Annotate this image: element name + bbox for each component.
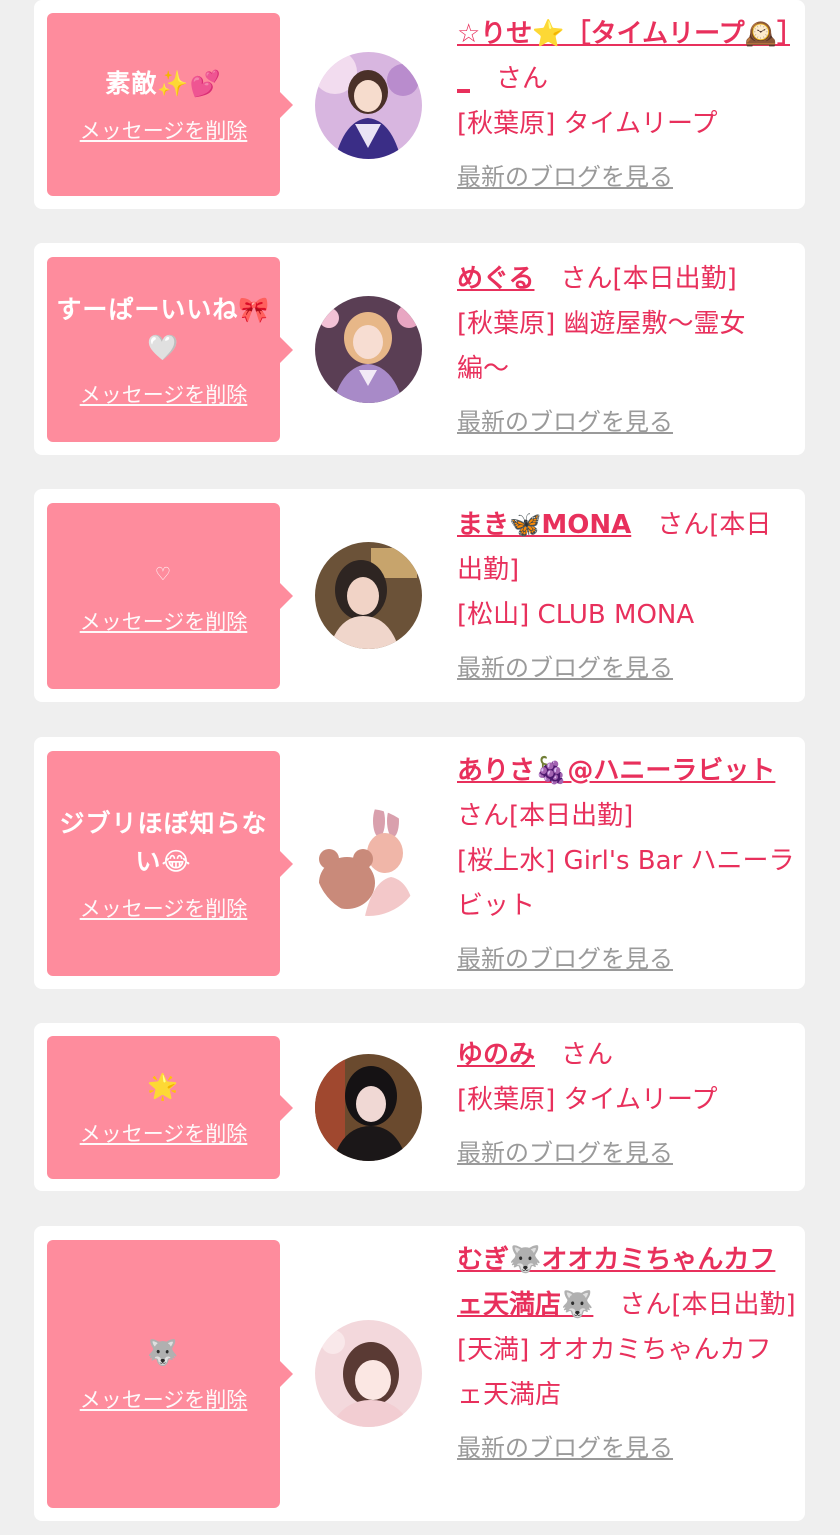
cast-info: ありさ🍇@ハニーラビット さん[本日出勤] [桜上水] Girl's Bar ハ… <box>457 749 797 982</box>
avatar[interactable] <box>315 1320 422 1427</box>
list-item: ジブリほぼ知らない😂 メッセージを削除 ありさ🍇@ハニーラビット さん[本日出勤… <box>34 737 805 989</box>
avatar[interactable] <box>315 296 422 403</box>
list-item: 🐺 メッセージを削除 むぎ🐺オオカミちゃんカフェ天満店🐺 さん[本日出勤] [天… <box>34 1226 805 1521</box>
latest-blog-link[interactable]: 最新のブログを見る <box>457 155 673 200</box>
message-text: 🐺 <box>147 1338 180 1367</box>
san-label: さん <box>496 64 549 94</box>
shop-name: [秋葉原] タイムリープ <box>457 109 718 139</box>
delete-message-link[interactable]: メッセージを削除 <box>80 606 248 636</box>
cast-name-link[interactable]: ゆのみ <box>457 1040 535 1070</box>
delete-message-link[interactable]: メッセージを削除 <box>80 1384 248 1414</box>
status-label: [本日出勤] <box>612 264 737 294</box>
message-text: 素敵✨💕 <box>105 68 222 98</box>
latest-blog-link[interactable]: 最新のブログを見る <box>457 1426 673 1471</box>
delete-message-link[interactable]: メッセージを削除 <box>80 115 248 145</box>
avatar[interactable] <box>315 809 422 916</box>
avatar[interactable] <box>315 542 422 649</box>
status-label: [本日出勤] <box>671 1290 796 1320</box>
list-item: すーぱーいいね🎀🤍 メッセージを削除 めぐる さん[本日出勤] [秋葉原] 幽遊… <box>34 243 805 455</box>
latest-blog-link[interactable]: 最新のブログを見る <box>457 1131 673 1176</box>
message-text: 🌟 <box>147 1071 180 1101</box>
cast-info: ☆りせ⭐️［タイムリープ🕰️］_ さん [秋葉原] タイムリープ 最新のブログを… <box>457 12 797 200</box>
cast-info: ゆのみ さん [秋葉原] タイムリープ 最新のブログを見る <box>457 1033 797 1176</box>
shop-name: [天満] オオカミちゃんカフェ天満店 <box>457 1335 772 1410</box>
latest-blog-link[interactable]: 最新のブログを見る <box>457 937 673 982</box>
list-item: ♡ メッセージを削除 まき🦋MONA さん[本日出勤] [松山] CLUB MO… <box>34 489 805 702</box>
latest-blog-link[interactable]: 最新のブログを見る <box>457 400 673 445</box>
delete-message-link[interactable]: メッセージを削除 <box>80 1118 248 1148</box>
message-bubble: すーぱーいいね🎀🤍 メッセージを削除 <box>47 257 293 442</box>
latest-blog-link[interactable]: 最新のブログを見る <box>457 646 673 691</box>
list-item: 🌟 メッセージを削除 ゆのみ さん [秋葉原] タイムリープ 最新のブログを見る <box>34 1023 805 1191</box>
delete-message-link[interactable]: メッセージを削除 <box>80 379 248 409</box>
san-label: さん <box>561 1040 614 1070</box>
cast-name-link[interactable]: まき🦋MONA <box>457 510 631 540</box>
avatar[interactable] <box>315 1054 422 1161</box>
message-text: すーぱーいいね🎀🤍 <box>56 294 271 362</box>
cast-info: むぎ🐺オオカミちゃんカフェ天満店🐺 さん[本日出勤] [天満] オオカミちゃんカ… <box>457 1238 797 1471</box>
message-list: 素敵✨💕 メッセージを削除 ☆りせ⭐️［タイムリープ🕰️］_ さん [秋葉原] … <box>0 0 840 1535</box>
san-label: さん <box>560 264 613 294</box>
shop-name: [松山] CLUB MONA <box>457 600 695 630</box>
cast-info: まき🦋MONA さん[本日出勤] [松山] CLUB MONA 最新のブログを見… <box>457 503 797 691</box>
avatar[interactable] <box>315 52 422 159</box>
delete-message-link[interactable]: メッセージを削除 <box>80 893 248 923</box>
message-bubble: 🌟 メッセージを削除 <box>47 1036 293 1179</box>
message-bubble: ジブリほぼ知らない😂 メッセージを削除 <box>47 751 293 976</box>
status-label: [本日出勤] <box>509 801 634 831</box>
shop-name: [秋葉原] 幽遊屋敷〜霊女編〜 <box>457 309 746 384</box>
message-bubble: ♡ メッセージを削除 <box>47 503 293 689</box>
message-bubble: 🐺 メッセージを削除 <box>47 1240 293 1508</box>
san-label: さん <box>657 510 710 540</box>
shop-name: [桜上水] Girl's Bar ハニーラビット <box>457 846 795 921</box>
shop-name: [秋葉原] タイムリープ <box>457 1085 718 1115</box>
message-text: ♡ <box>154 564 173 585</box>
list-item: 素敵✨💕 メッセージを削除 ☆りせ⭐️［タイムリープ🕰️］_ さん [秋葉原] … <box>34 0 805 209</box>
cast-name-link[interactable]: めぐる <box>457 264 534 294</box>
cast-name-link[interactable]: ありさ🍇@ハニーラビット <box>457 756 775 786</box>
message-text: ジブリほぼ知らない😂 <box>59 808 268 876</box>
message-bubble: 素敵✨💕 メッセージを削除 <box>47 13 293 196</box>
san-label: さん <box>619 1290 672 1320</box>
cast-info: めぐる さん[本日出勤] [秋葉原] 幽遊屋敷〜霊女編〜 最新のブログを見る <box>457 257 797 445</box>
